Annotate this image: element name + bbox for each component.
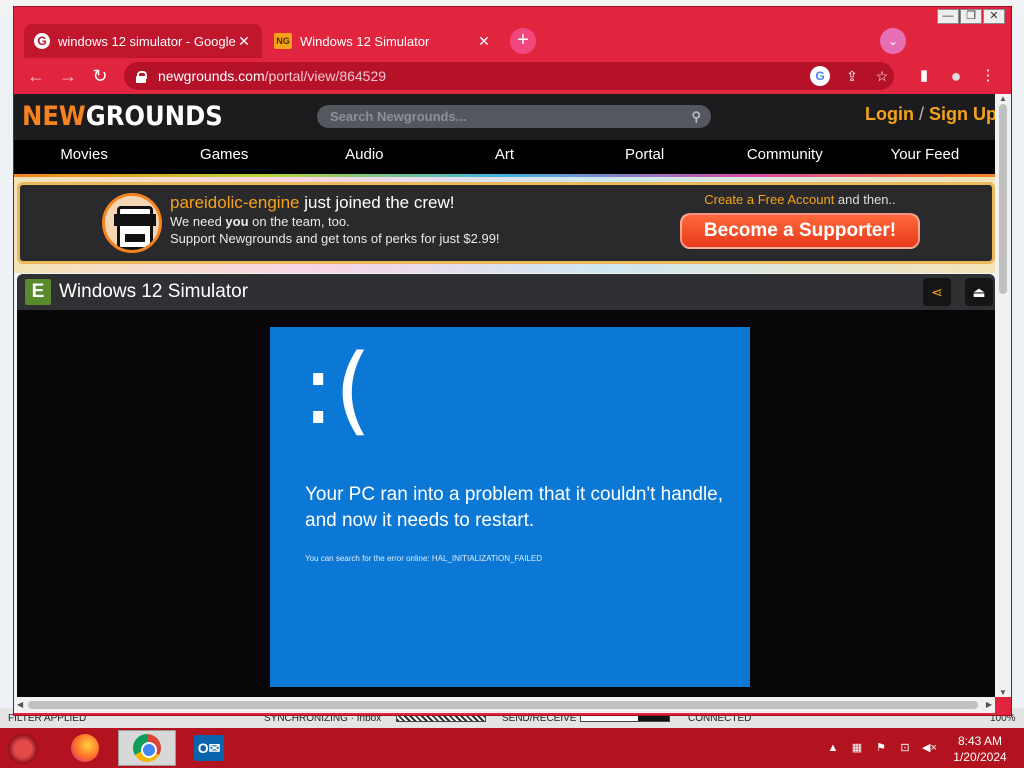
newgrounds-icon: NG <box>274 33 292 49</box>
nav-movies[interactable]: Movies <box>14 140 154 174</box>
search-input[interactable]: Search Newgrounds... ⚲ <box>317 105 711 128</box>
bsod-screen[interactable]: :( Your PC ran into a problem that it co… <box>270 327 750 687</box>
main-nav: Movies Games Audio Art Portal Community … <box>14 140 995 174</box>
tab-newgrounds[interactable]: NG Windows 12 Simulator ✕ <box>264 24 502 58</box>
clock-time: 8:43 AM <box>957 734 1003 748</box>
chrome-taskbar-button[interactable] <box>118 730 176 766</box>
forward-icon[interactable]: → <box>56 64 80 88</box>
search-placeholder: Search Newgrounds... <box>330 109 467 124</box>
nav-community[interactable]: Community <box>715 140 855 174</box>
nav-art[interactable]: Art <box>434 140 574 174</box>
google-icon: G <box>34 33 50 49</box>
new-tab-button[interactable]: + <box>510 28 536 54</box>
back-icon[interactable]: ← <box>24 64 48 88</box>
tab-google-search[interactable]: G windows 12 simulator - Google S ✕ <box>24 24 262 58</box>
reload-icon[interactable]: ↻ <box>88 64 112 88</box>
outlook-icon: O✉ <box>194 735 224 761</box>
scroll-thumb[interactable] <box>28 701 978 709</box>
sad-face: :( <box>302 334 372 446</box>
lock-icon <box>136 70 147 83</box>
avatar <box>102 193 162 253</box>
banner-cta: Create a Free Account and then.. Become … <box>680 192 920 249</box>
minimize-button[interactable]: — <box>937 9 959 24</box>
network-icon[interactable]: ⊡ <box>898 742 912 754</box>
newgrounds-logo[interactable]: NEWGROUNDS <box>22 100 223 134</box>
close-icon[interactable]: ✕ <box>236 33 252 50</box>
page-title: Windows 12 Simulator <box>59 281 249 302</box>
outlook-taskbar-button[interactable]: O✉ <box>180 730 238 766</box>
ornament-icon[interactable] <box>8 734 38 764</box>
nav-portal[interactable]: Portal <box>575 140 715 174</box>
system-clock[interactable]: 8:43 AM 1/20/2024 <box>950 733 1010 765</box>
url-path: /portal/view/864529 <box>264 68 387 84</box>
browser-window: — ❐ ✕ G windows 12 simulator - Google S … <box>13 6 1012 716</box>
rating-e-icon: E <box>25 279 51 305</box>
show-hidden-icons[interactable]: ▲ <box>826 742 840 754</box>
scroll-down-icon[interactable]: ▼ <box>999 688 1007 697</box>
google-lens-icon[interactable]: G <box>810 66 830 86</box>
game-embed[interactable]: :( Your PC ran into a problem that it co… <box>17 310 995 697</box>
game-title-bar: E Windows 12 Simulator ⋖ ⏏ <box>17 274 995 310</box>
clock-date: 1/20/2024 <box>953 750 1007 764</box>
scroll-thumb[interactable] <box>999 104 1007 294</box>
fullscreen-button[interactable]: ⏏ <box>965 278 993 306</box>
create-account-link[interactable]: Create a Free Account <box>704 192 834 207</box>
network-share-icon[interactable]: ▦ <box>850 742 864 754</box>
profile-avatar-icon[interactable]: ● <box>944 64 968 88</box>
tab-search-button[interactable]: ⌄ <box>880 28 906 54</box>
chrome-icon <box>133 734 161 762</box>
url-host: newgrounds.com <box>158 68 265 84</box>
firefox-icon <box>71 734 99 762</box>
taskbar: O✉ ▲ ▦ ⚑ ⊡ ◀× 8:43 AM 1/20/2024 <box>0 728 1024 768</box>
address-bar[interactable]: newgrounds.com/portal/view/864529 G ⇪ ☆ <box>124 62 894 90</box>
login-link[interactable]: Login <box>865 104 914 124</box>
newgrounds-header: NEWGROUNDS Search Newgrounds... ⚲ Login … <box>14 94 995 140</box>
volume-muted-icon[interactable]: ◀× <box>922 742 937 754</box>
horizontal-scrollbar[interactable]: ◀ ▶ <box>14 697 995 713</box>
nav-your-feed[interactable]: Your Feed <box>855 140 995 174</box>
scroll-right-icon[interactable]: ▶ <box>986 700 992 709</box>
page-viewport: NEWGROUNDS Search Newgrounds... ⚲ Login … <box>14 94 995 697</box>
bsod-detail: You can search for the error online: HAL… <box>305 554 542 563</box>
firefox-taskbar-button[interactable] <box>56 730 114 766</box>
banner-perks-text: Support Newgrounds and get tons of perks… <box>170 231 500 246</box>
window-controls: — ❐ ✕ <box>937 9 1005 24</box>
signup-link[interactable]: Sign Up <box>929 104 995 124</box>
share-icon[interactable]: ⇪ <box>842 66 862 86</box>
scroll-up-icon[interactable]: ▲ <box>999 94 1007 103</box>
action-center-flag-icon[interactable]: ⚑ <box>874 742 888 754</box>
vertical-scrollbar[interactable]: ▲ ▼ <box>995 94 1011 697</box>
tab-title: windows 12 simulator - Google S <box>58 33 236 49</box>
side-panel-icon[interactable]: ▮ <box>912 64 936 88</box>
close-icon[interactable]: ✕ <box>476 33 492 50</box>
supporter-banner: pareidolic-engine just joined the crew! … <box>17 182 995 264</box>
browser-toolbar: ← → ↻ newgrounds.com/portal/view/864529 … <box>14 58 1011 94</box>
close-window-button[interactable]: ✕ <box>983 9 1005 24</box>
restore-button[interactable]: ❐ <box>960 9 982 24</box>
bookmark-star-icon[interactable]: ☆ <box>872 66 892 86</box>
scroll-left-icon[interactable]: ◀ <box>17 700 23 709</box>
tab-title: Windows 12 Simulator <box>300 33 430 49</box>
new-supporter-username[interactable]: pareidolic-engine <box>170 193 299 212</box>
become-supporter-button[interactable]: Become a Supporter! <box>680 213 920 249</box>
account-links: Login / Sign Up <box>865 104 995 124</box>
menu-icon[interactable]: ⋮ <box>976 64 1000 88</box>
nav-audio[interactable]: Audio <box>294 140 434 174</box>
share-button[interactable]: ⋖ <box>923 278 951 306</box>
bsod-message: Your PC ran into a problem that it could… <box>305 484 724 531</box>
search-icon[interactable]: ⚲ <box>691 105 701 128</box>
nav-games[interactable]: Games <box>154 140 294 174</box>
banner-message: pareidolic-engine just joined the crew! … <box>170 193 500 246</box>
